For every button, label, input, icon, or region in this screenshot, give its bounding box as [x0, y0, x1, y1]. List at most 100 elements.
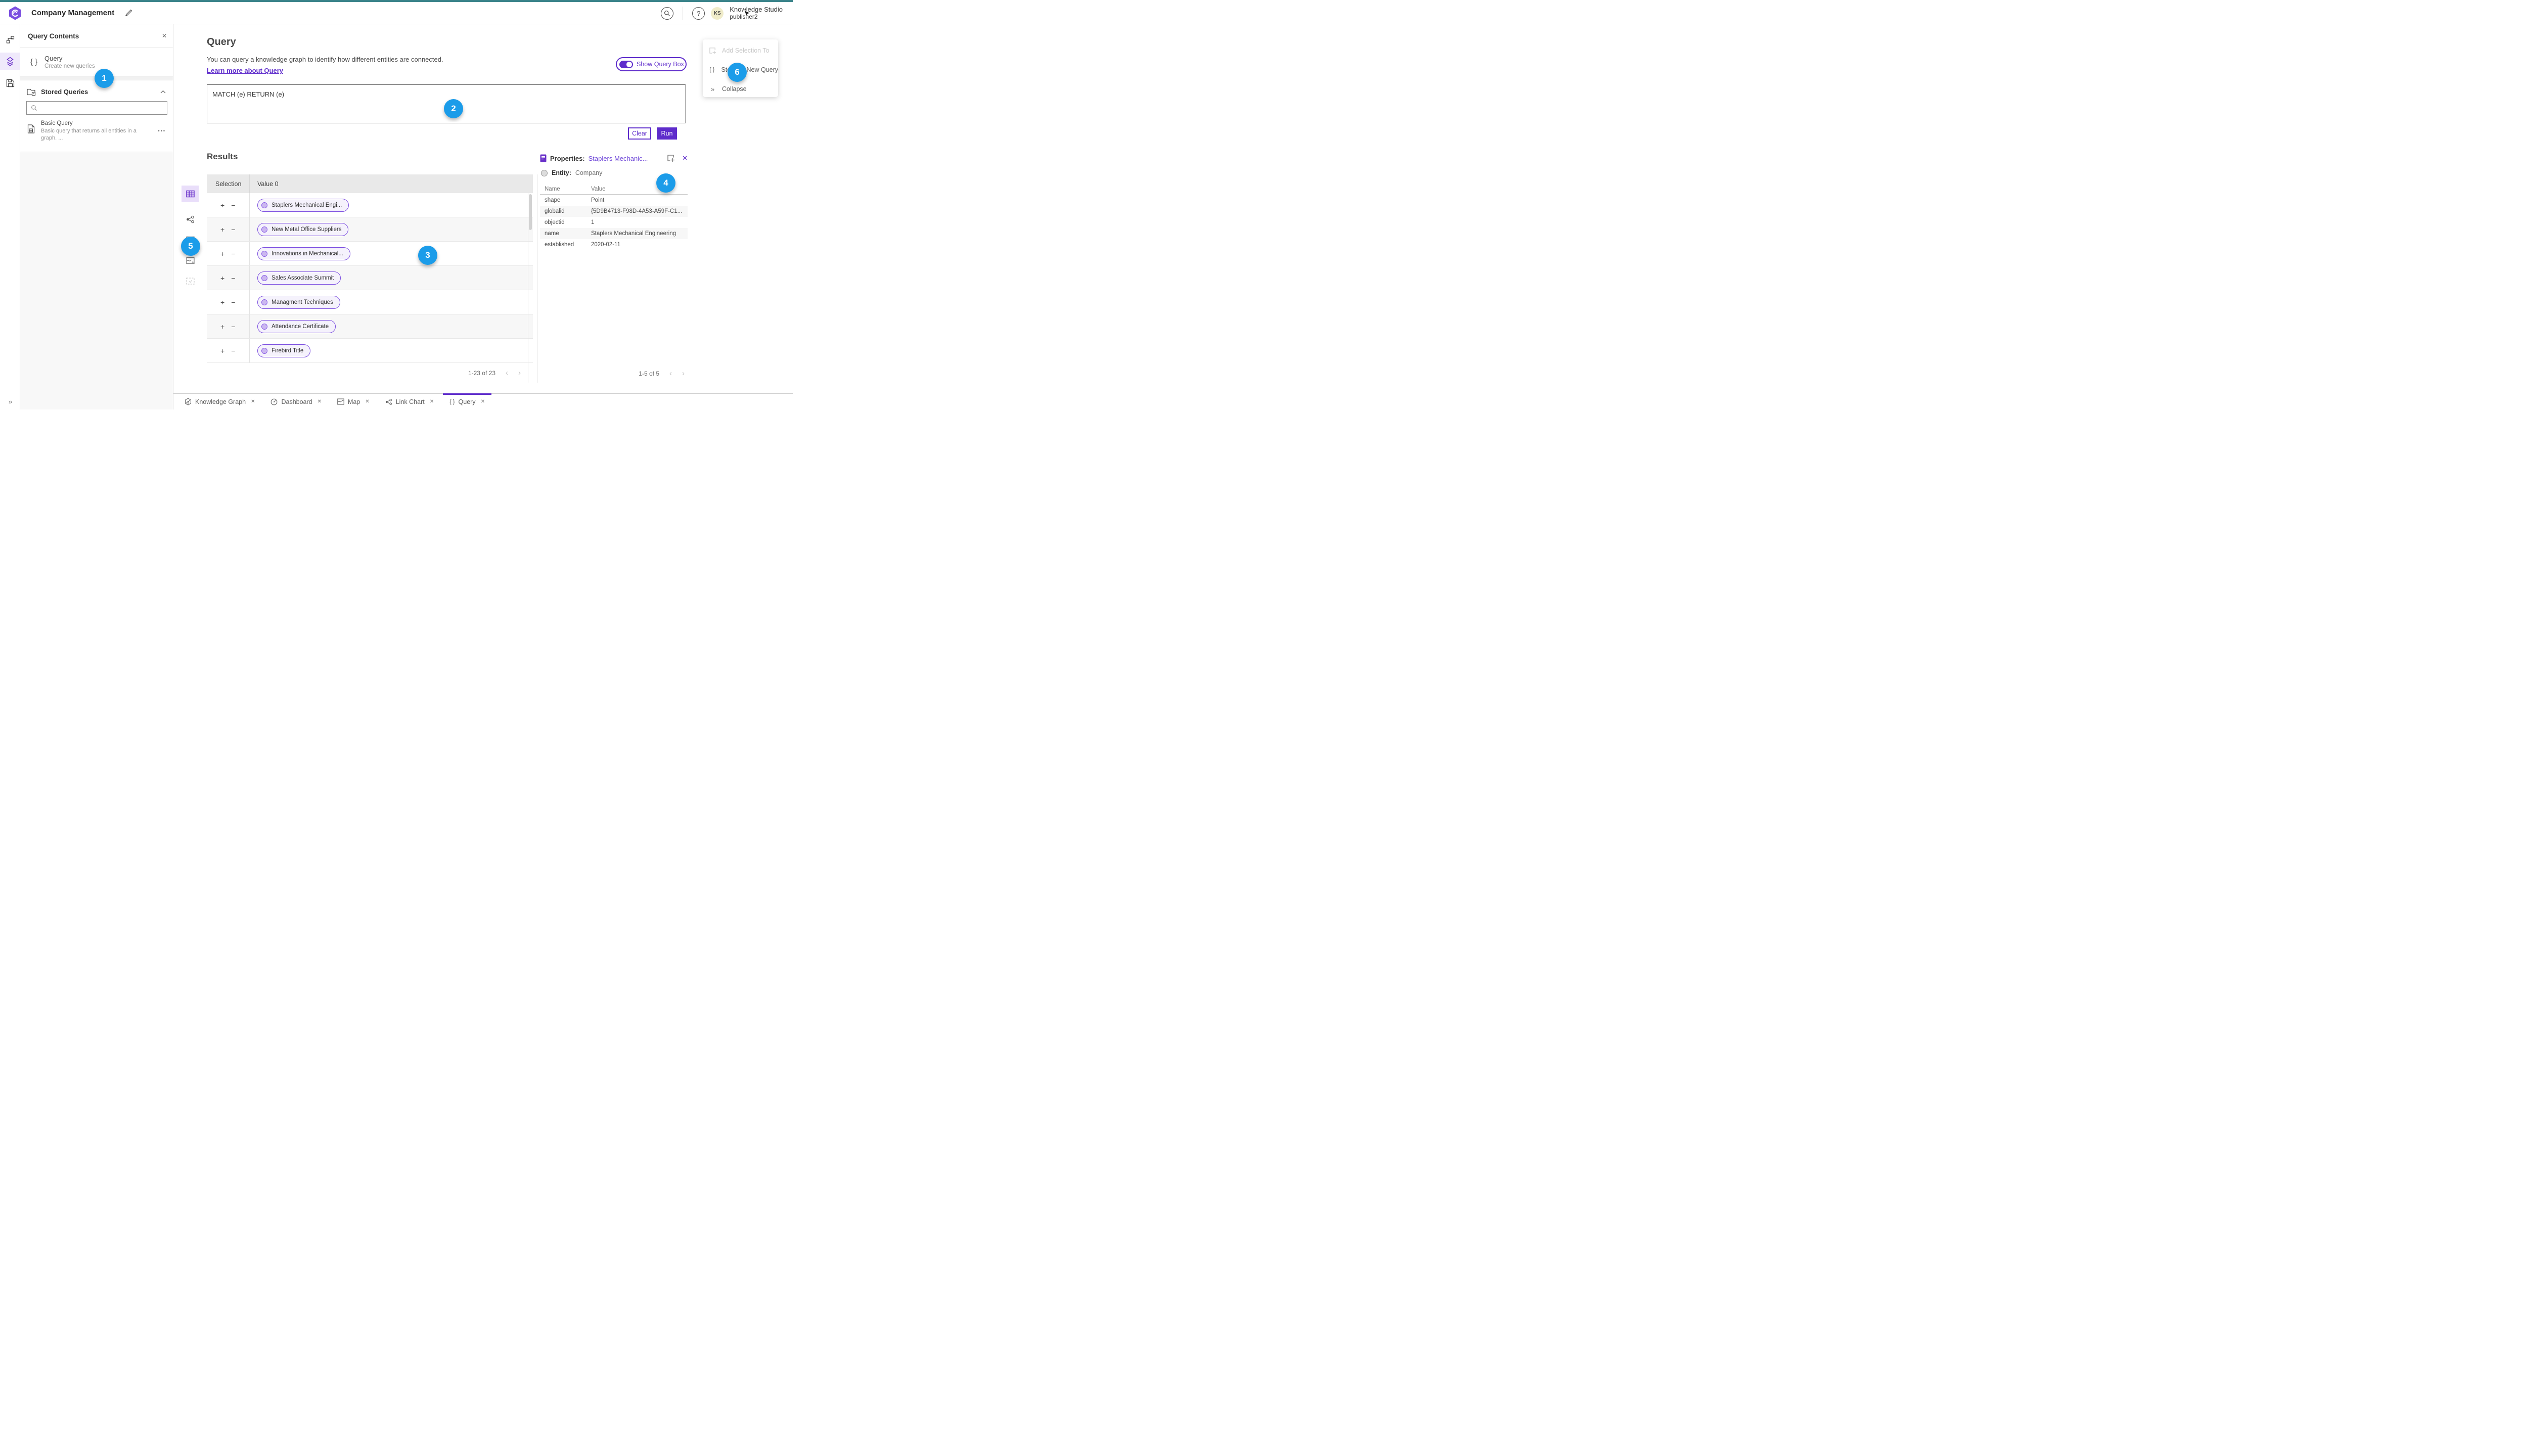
add-selection-icon[interactable]: +: [220, 275, 224, 282]
search-input[interactable]: [40, 104, 167, 112]
remove-selection-icon[interactable]: −: [231, 323, 235, 330]
add-selection-icon[interactable]: [667, 154, 675, 162]
prev-page-icon[interactable]: ‹: [506, 369, 508, 377]
avatar[interactable]: KS: [711, 7, 724, 20]
rail-collapse-button[interactable]: »: [0, 398, 20, 405]
table-row: + − Sales Associate Summit: [207, 266, 533, 290]
learn-more-link[interactable]: Learn more about Query: [207, 67, 283, 74]
query-view: Query You can query a knowledge graph to…: [173, 24, 793, 393]
tab-label: Map: [348, 398, 360, 405]
property-name: globalid: [545, 208, 565, 214]
value-cell: Firebird Title: [250, 344, 311, 357]
search-button[interactable]: [661, 7, 674, 20]
selection-cell: + −: [207, 314, 250, 338]
map-add-icon: [186, 257, 195, 264]
entity-pill-label: Attendance Certificate: [272, 323, 329, 330]
results-scrollbar[interactable]: [528, 193, 533, 383]
property-row: objectid 1: [540, 217, 688, 228]
help-button[interactable]: ?: [692, 7, 705, 20]
show-query-box-toggle[interactable]: Show Query Box: [616, 57, 687, 71]
tab-map[interactable]: Map ✕: [331, 394, 376, 410]
entity-pill[interactable]: New Metal Office Suppliers: [257, 222, 349, 236]
link-chart-icon: [186, 215, 194, 223]
panel-title: Query Contents: [28, 32, 79, 40]
add-selection-icon[interactable]: +: [220, 299, 224, 306]
sitemap-icon: [6, 35, 14, 43]
item-options-icon[interactable]: •••: [158, 128, 166, 149]
stored-item-text: Basic Query Basic query that returns all…: [41, 120, 142, 149]
add-selection-icon[interactable]: +: [220, 323, 224, 330]
entity-pill[interactable]: Sales Associate Summit: [257, 271, 341, 285]
chevron-up-icon[interactable]: [160, 90, 166, 94]
stored-query-item[interactable]: Basic Query Basic query that returns all…: [20, 116, 173, 149]
table-row: + − Staplers Mechanical Engi...: [207, 193, 533, 217]
add-to-link-chart-button[interactable]: [182, 211, 199, 228]
main-column: Query You can query a knowledge graph to…: [173, 24, 793, 410]
add-selection-icon[interactable]: +: [220, 347, 224, 354]
remove-selection-icon[interactable]: −: [231, 347, 235, 354]
table-view-button[interactable]: [182, 186, 199, 202]
remove-selection-icon[interactable]: −: [231, 226, 235, 233]
properties-page-info: 1-5 of 5: [639, 370, 659, 377]
query-item-subtitle: Create new queries: [44, 63, 95, 69]
add-selection-icon[interactable]: +: [220, 202, 224, 209]
prev-page-icon[interactable]: ‹: [669, 370, 672, 377]
results-title: Results: [207, 152, 238, 161]
properties-entity-link[interactable]: Staplers Mechanic...: [589, 155, 648, 162]
tab-link-chart[interactable]: Link Chart ✕: [379, 394, 440, 410]
callout-badge-3: 3: [418, 246, 437, 265]
entity-pill[interactable]: Attendance Certificate: [257, 320, 336, 333]
remove-selection-icon[interactable]: −: [231, 299, 235, 306]
edit-title-icon[interactable]: [124, 9, 132, 17]
clear-button[interactable]: Clear: [628, 127, 651, 140]
toggle-switch-icon: [619, 60, 633, 68]
tab-label: Query: [458, 398, 476, 405]
tab-query[interactable]: { } Query ✕: [443, 393, 491, 410]
close-tab-icon[interactable]: ✕: [365, 399, 369, 404]
entity-pill[interactable]: Managment Techniques: [257, 295, 340, 309]
close-tab-icon[interactable]: ✕: [481, 399, 485, 404]
table-row: + − Attendance Certificate: [207, 314, 533, 339]
remove-selection-icon[interactable]: −: [231, 202, 235, 209]
tab-dashboard[interactable]: Dashboard ✕: [264, 394, 328, 410]
entity-pill[interactable]: Staplers Mechanical Engi...: [257, 198, 349, 212]
next-page-icon[interactable]: ›: [518, 369, 521, 377]
run-button[interactable]: Run: [657, 127, 677, 140]
question-icon: ?: [697, 9, 701, 17]
braces-icon: { }: [449, 398, 455, 405]
table-icon: [186, 190, 195, 198]
next-page-icon[interactable]: ›: [682, 370, 685, 377]
query-description: You can query a knowledge graph to ident…: [207, 56, 443, 63]
property-row: established 2020-02-11: [540, 239, 688, 250]
property-row: globalid {5D9B4713-F98D-4A53-A59F-C1...: [540, 206, 688, 217]
entity-pill[interactable]: Innovations in Mechanical...: [257, 247, 350, 260]
entity-label: Entity:: [552, 169, 571, 176]
remove-selection-icon[interactable]: −: [231, 250, 235, 257]
property-value: {5D9B4713-F98D-4A53-A59F-C1...: [591, 208, 683, 214]
close-panel-icon[interactable]: ✕: [162, 32, 167, 39]
value-cell: Innovations in Mechanical...: [250, 247, 350, 260]
selection-tool-button[interactable]: [182, 272, 199, 289]
remove-selection-icon[interactable]: −: [231, 275, 235, 282]
rail-item-contents[interactable]: [0, 53, 20, 70]
rail-item-save[interactable]: [0, 75, 20, 91]
entity-dot-icon: [261, 202, 267, 208]
user-menu[interactable]: Knowledge Studio publisher2: [730, 6, 783, 21]
rail-item-data-model[interactable]: [0, 31, 20, 48]
selection-cell: + −: [207, 290, 250, 314]
stored-queries-search[interactable]: [26, 101, 167, 115]
tab-label: Dashboard: [281, 398, 312, 405]
close-tab-icon[interactable]: ✕: [430, 399, 434, 404]
close-properties-icon[interactable]: ✕: [682, 154, 688, 162]
close-tab-icon[interactable]: ✕: [251, 399, 255, 404]
add-selection-icon[interactable]: +: [220, 250, 224, 257]
close-tab-icon[interactable]: ✕: [318, 399, 322, 404]
property-name: established: [545, 242, 574, 248]
menu-item-collapse[interactable]: » Collapse: [703, 82, 778, 96]
entity-pill[interactable]: Firebird Title: [257, 344, 311, 357]
user-name: Knowledge Studio: [730, 5, 783, 13]
scrollbar-thumb[interactable]: [529, 194, 532, 230]
tab-knowledge-graph[interactable]: Knowledge Graph ✕: [178, 394, 261, 410]
add-selection-icon[interactable]: +: [220, 226, 224, 233]
value-cell: Attendance Certificate: [250, 320, 336, 333]
